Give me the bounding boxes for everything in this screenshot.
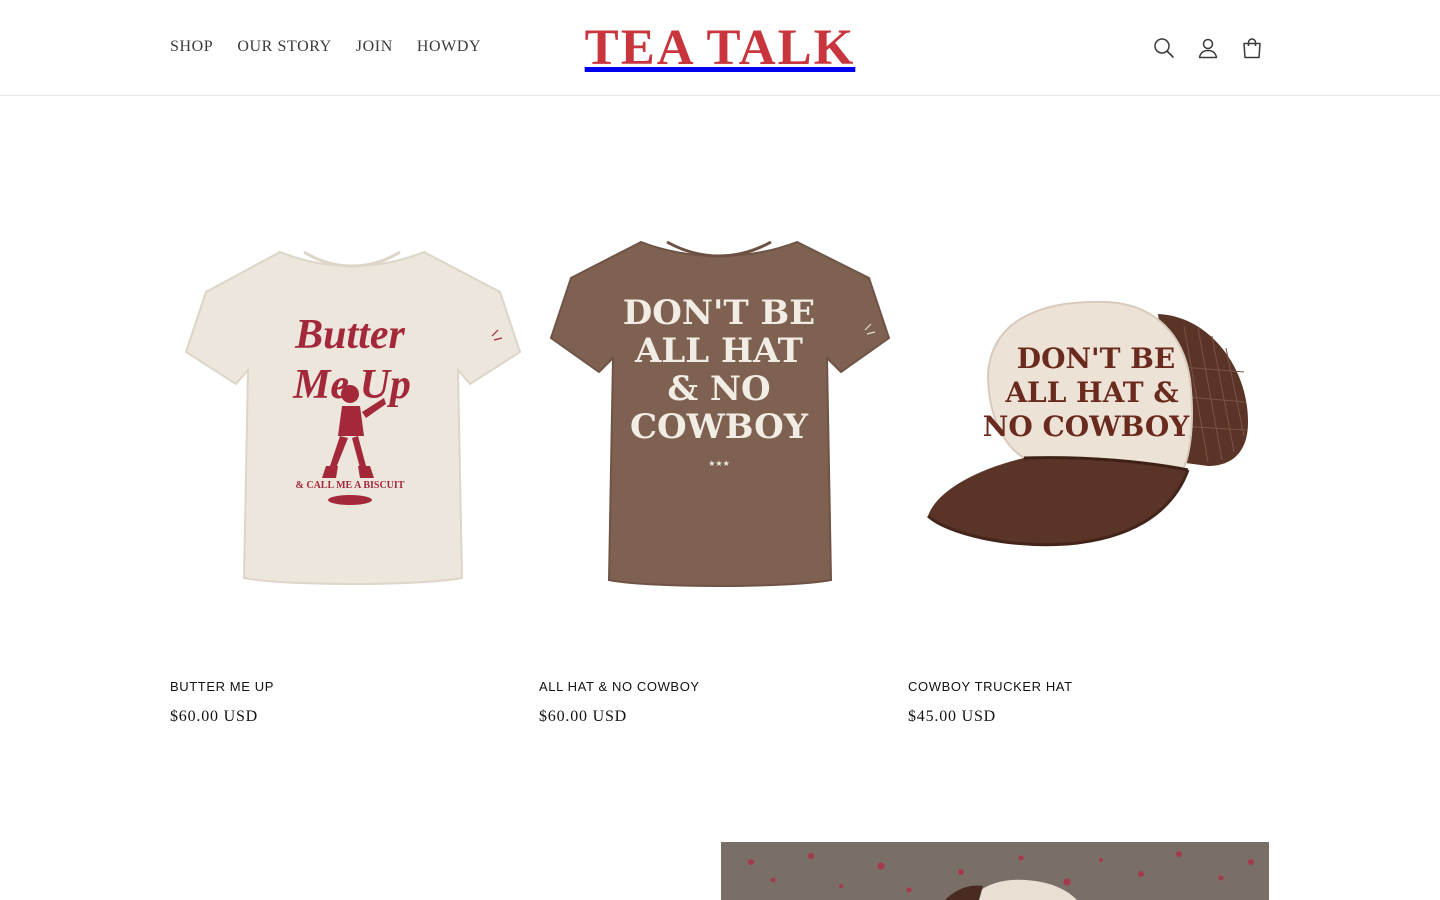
print-line-3: & CALL ME A BISCUIT [296, 480, 405, 491]
promo-image[interactable] [721, 842, 1269, 900]
print-line-1: DON'T BE [623, 293, 815, 333]
header-icons [1142, 26, 1274, 70]
print-line-3: & NO [667, 369, 770, 409]
account-icon [1198, 38, 1218, 59]
product-image[interactable]: DON'T BE ALL HAT & NO COWBOY ★★★ [539, 166, 900, 666]
print-line-4: COWBOY [630, 407, 809, 447]
print-stars: ★★★ [708, 459, 730, 468]
product-grid: Butter Me Up & CALL ME A BISCUIT BUTTER … [170, 166, 1270, 726]
cart-icon [1243, 38, 1261, 59]
account-button[interactable] [1186, 26, 1230, 70]
print-line-2: ALL HAT & [1004, 376, 1178, 409]
nav-join[interactable]: JOIN [344, 35, 405, 59]
print-line-3: NO COWBOY [983, 410, 1190, 443]
print-line-1: Butter [294, 312, 405, 358]
trucker-hat-image: DON'T BE ALL HAT & NO COWBOY [926, 300, 1248, 547]
print-line-2: ALL HAT [634, 331, 803, 371]
promo-photo [721, 842, 1269, 900]
logo-text: TEA TALK [584, 20, 856, 76]
search-icon [1154, 38, 1174, 58]
main-nav: SHOP OUR STORY JOIN HOWDY [158, 35, 493, 59]
tshirt-cream-image: Butter Me Up & CALL ME A BISCUIT [184, 250, 522, 585]
tshirt-brown-image: DON'T BE ALL HAT & NO COWBOY ★★★ [549, 240, 891, 587]
product-title[interactable]: ALL HAT & NO COWBOY [539, 680, 900, 694]
product-image[interactable]: Butter Me Up & CALL ME A BISCUIT [170, 166, 531, 666]
print-line-1: DON'T BE [1017, 342, 1175, 375]
product-price: $60.00 USD [539, 708, 628, 725]
product-title[interactable]: COWBOY TRUCKER HAT [908, 680, 1269, 694]
product-price: $60.00 USD [170, 708, 259, 725]
logo[interactable]: TEA TALK [574, 22, 866, 74]
product-image[interactable]: DON'T BE ALL HAT & NO COWBOY [908, 166, 1269, 666]
nav-howdy[interactable]: HOWDY [405, 35, 493, 59]
product-title[interactable]: BUTTER ME UP [170, 680, 531, 694]
product-price: $45.00 USD [908, 708, 997, 725]
search-button[interactable] [1142, 26, 1186, 70]
product-card[interactable]: DON'T BE ALL HAT & NO COWBOY COWBOY TRUC… [908, 166, 1269, 726]
nav-shop[interactable]: SHOP [158, 35, 225, 59]
cart-button[interactable] [1230, 26, 1274, 70]
product-card[interactable]: Butter Me Up & CALL ME A BISCUIT BUTTER … [170, 166, 531, 726]
site-header: SHOP OUR STORY JOIN HOWDY TEA TALK [0, 0, 1440, 96]
nav-our-story[interactable]: OUR STORY [225, 35, 343, 59]
product-card[interactable]: DON'T BE ALL HAT & NO COWBOY ★★★ ALL HAT… [539, 166, 900, 726]
